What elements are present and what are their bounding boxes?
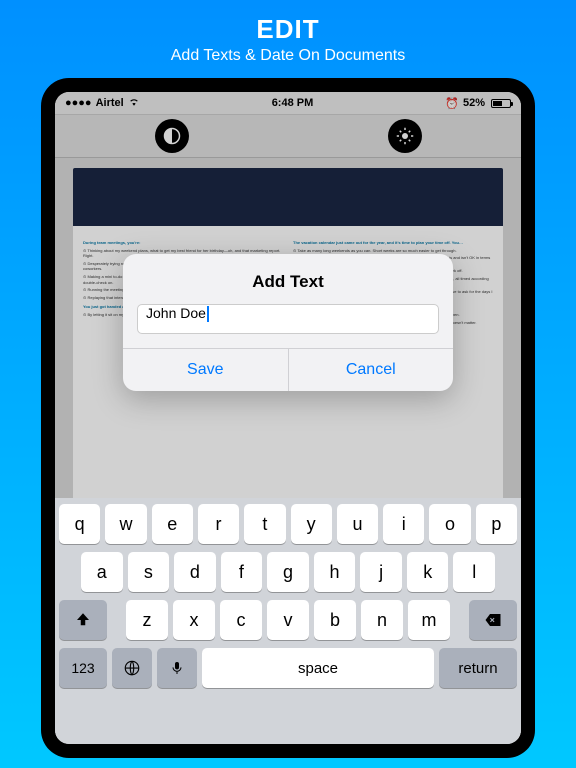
kb-row-bottom: 123 space return (59, 648, 517, 688)
key-h[interactable]: h (314, 552, 356, 592)
key-r[interactable]: r (198, 504, 239, 544)
keyboard: qwertyuiop asdfghjkl zxcvbnm 123 (55, 498, 521, 744)
globe-key[interactable] (112, 648, 152, 688)
key-l[interactable]: l (453, 552, 495, 592)
key-k[interactable]: k (407, 552, 449, 592)
key-b[interactable]: b (314, 600, 356, 640)
key-o[interactable]: o (429, 504, 470, 544)
numbers-key[interactable]: 123 (59, 648, 107, 688)
key-e[interactable]: e (152, 504, 193, 544)
key-y[interactable]: y (291, 504, 332, 544)
cancel-button[interactable]: Cancel (288, 349, 454, 391)
key-g[interactable]: g (267, 552, 309, 592)
device-screen: ●●●● Airtel 6:48 PM ⏰ 52% (55, 92, 521, 744)
kb-row-1: qwertyuiop (59, 504, 517, 544)
key-a[interactable]: a (81, 552, 123, 592)
key-f[interactable]: f (221, 552, 263, 592)
promo-header: EDIT Add Texts & Date On Documents (0, 0, 576, 73)
mic-key[interactable] (157, 648, 197, 688)
key-w[interactable]: w (105, 504, 146, 544)
key-x[interactable]: x (173, 600, 215, 640)
add-text-modal: Add Text John Doe Save Cancel (123, 254, 453, 391)
key-s[interactable]: s (128, 552, 170, 592)
key-v[interactable]: v (267, 600, 309, 640)
text-cursor (207, 306, 209, 322)
space-key[interactable]: space (202, 648, 434, 688)
key-n[interactable]: n (361, 600, 403, 640)
promo-subtitle: Add Texts & Date On Documents (0, 47, 576, 65)
key-c[interactable]: c (220, 600, 262, 640)
kb-row-3: zxcvbnm (59, 600, 517, 640)
shift-key[interactable] (59, 600, 107, 640)
device-frame: ●●●● Airtel 6:48 PM ⏰ 52% (41, 78, 535, 758)
key-i[interactable]: i (383, 504, 424, 544)
key-m[interactable]: m (408, 600, 450, 640)
promo-title: EDIT (0, 14, 576, 45)
key-t[interactable]: t (244, 504, 285, 544)
key-j[interactable]: j (360, 552, 402, 592)
input-value: John Doe (146, 305, 206, 321)
kb-row-2: asdfghjkl (59, 552, 517, 592)
key-z[interactable]: z (126, 600, 168, 640)
key-d[interactable]: d (174, 552, 216, 592)
key-q[interactable]: q (59, 504, 100, 544)
modal-title: Add Text (123, 254, 453, 304)
save-button[interactable]: Save (123, 349, 288, 391)
text-input[interactable]: John Doe (137, 304, 439, 334)
key-p[interactable]: p (476, 504, 517, 544)
return-key[interactable]: return (439, 648, 517, 688)
key-u[interactable]: u (337, 504, 378, 544)
backspace-key[interactable] (469, 600, 517, 640)
